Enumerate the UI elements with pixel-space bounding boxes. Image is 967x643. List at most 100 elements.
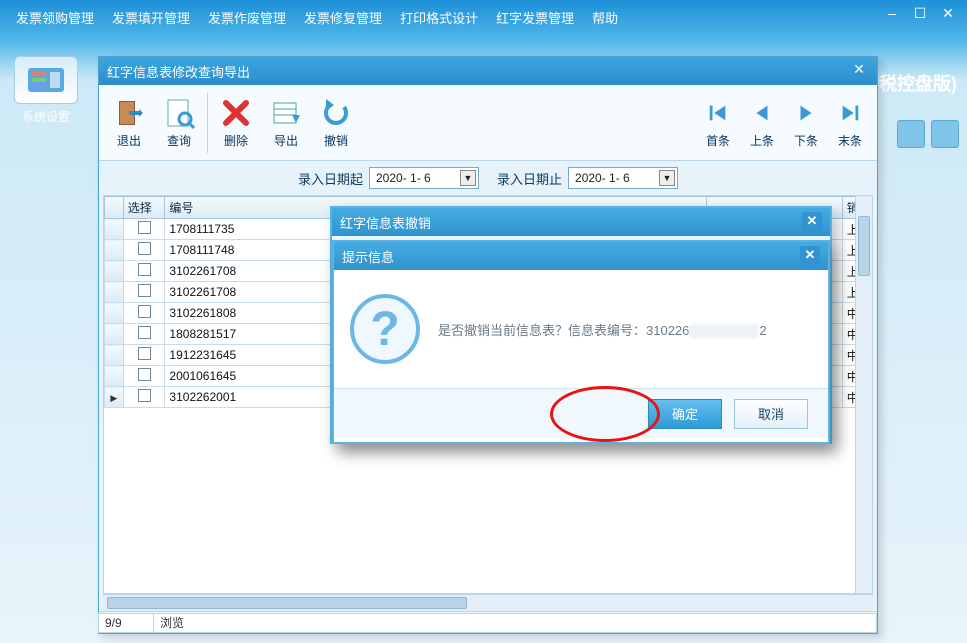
- next-icon: [790, 96, 822, 130]
- undo-dialog-close-button[interactable]: ✕: [802, 212, 822, 232]
- status-bar: 9/9 浏览: [99, 611, 877, 633]
- next-record-button[interactable]: 下条: [785, 89, 827, 157]
- vertical-scrollbar[interactable]: [855, 196, 872, 593]
- horizontal-scrollbar[interactable]: [103, 594, 873, 611]
- exit-icon: [113, 96, 145, 130]
- export-button[interactable]: 导出: [262, 89, 310, 157]
- prev-label: 上条: [750, 132, 774, 149]
- first-label: 首条: [706, 132, 730, 149]
- quick-button-2[interactable]: [931, 120, 959, 148]
- menu-item[interactable]: 发票填开管理: [104, 4, 198, 31]
- cell-select[interactable]: [123, 324, 165, 345]
- row-header: [105, 219, 124, 240]
- last-icon: [834, 96, 866, 130]
- dropdown-icon[interactable]: ▼: [659, 170, 675, 186]
- search-icon: [163, 96, 195, 130]
- first-icon: [702, 96, 734, 130]
- maximize-button[interactable]: ☐: [907, 4, 933, 24]
- date-from-field[interactable]: 2020- 1- 6 ▼: [369, 167, 479, 189]
- prev-record-button[interactable]: 上条: [741, 89, 783, 157]
- checkbox[interactable]: [138, 284, 151, 297]
- search-button[interactable]: 查询: [155, 89, 203, 157]
- menubar: 发票领购管理 发票填开管理 发票作废管理 发票修复管理 打印格式设计 红字发票管…: [0, 0, 967, 30]
- confirm-dialog-body: ? 是否撤销当前信息表？信息表编号：3102262: [334, 270, 828, 388]
- delete-label: 删除: [224, 132, 248, 149]
- export-label: 导出: [274, 132, 298, 149]
- export-icon: [270, 96, 302, 130]
- last-record-button[interactable]: 末条: [829, 89, 871, 157]
- checkbox[interactable]: [138, 347, 151, 360]
- checkbox[interactable]: [138, 242, 151, 255]
- confirm-dialog: 提示信息 ✕ ? 是否撤销当前信息表？信息表编号：3102262 确定 取消: [332, 240, 830, 444]
- main-window: – ☐ ✕ 发票领购管理 发票填开管理 发票作废管理 发票修复管理 打印格式设计…: [0, 0, 967, 643]
- checkbox[interactable]: [138, 326, 151, 339]
- window-controls: – ☐ ✕: [879, 4, 961, 24]
- cell-select[interactable]: [123, 366, 165, 387]
- row-header: [105, 387, 124, 408]
- query-window-close-button[interactable]: ✕: [849, 61, 869, 81]
- row-header: [105, 345, 124, 366]
- query-toolbar: 退出 查询 删除 导出 撤销 首条: [99, 85, 877, 161]
- cell-select[interactable]: [123, 282, 165, 303]
- undo-dialog-titlebar: 红字信息表撤销 ✕: [332, 208, 830, 236]
- query-window-title: 红字信息表修改查询导出: [107, 62, 250, 81]
- filter-bar: 录入日期起 2020- 1- 6 ▼ 录入日期止 2020- 1- 6 ▼: [99, 161, 877, 195]
- cell-select[interactable]: [123, 303, 165, 324]
- first-record-button[interactable]: 首条: [697, 89, 739, 157]
- minimize-button[interactable]: –: [879, 4, 905, 24]
- system-settings-label: 系统设置: [6, 108, 86, 125]
- redacted-text: [689, 324, 759, 338]
- cell-select[interactable]: [123, 387, 165, 408]
- date-to-field[interactable]: 2020- 1- 6 ▼: [568, 167, 678, 189]
- confirm-dialog-title: 提示信息: [342, 247, 394, 266]
- checkbox[interactable]: [138, 221, 151, 234]
- ok-button[interactable]: 确定: [648, 399, 722, 429]
- undo-label: 撤销: [324, 132, 348, 149]
- menu-item[interactable]: 帮助: [584, 4, 626, 31]
- menu-item[interactable]: 发票修复管理: [296, 4, 390, 31]
- next-label: 下条: [794, 132, 818, 149]
- delete-button[interactable]: 删除: [212, 89, 260, 157]
- system-settings-icon[interactable]: [14, 56, 78, 104]
- row-header: [105, 366, 124, 387]
- cancel-button[interactable]: 取消: [734, 399, 808, 429]
- cell-select[interactable]: [123, 219, 165, 240]
- undo-button[interactable]: 撤销: [312, 89, 360, 157]
- dropdown-icon[interactable]: ▼: [460, 170, 476, 186]
- checkbox[interactable]: [138, 263, 151, 276]
- undo-dialog-title: 红字信息表撤销: [340, 213, 431, 232]
- row-header: [105, 240, 124, 261]
- question-icon: ?: [350, 294, 420, 364]
- cell-select[interactable]: [123, 345, 165, 366]
- date-from-value: 2020- 1- 6: [376, 171, 431, 185]
- close-button[interactable]: ✕: [935, 4, 961, 24]
- checkbox[interactable]: [138, 389, 151, 402]
- status-mode: 浏览: [153, 613, 877, 633]
- cell-select[interactable]: [123, 261, 165, 282]
- menu-item[interactable]: 发票作废管理: [200, 4, 294, 31]
- toolbar-separator: [207, 93, 208, 153]
- col-select[interactable]: 选择: [123, 197, 165, 219]
- exit-button[interactable]: 退出: [105, 89, 153, 157]
- quick-button-1[interactable]: [897, 120, 925, 148]
- menu-item[interactable]: 红字发票管理: [488, 4, 582, 31]
- date-to-label: 录入日期止: [497, 169, 562, 188]
- row-header: [105, 324, 124, 345]
- row-header: [105, 303, 124, 324]
- query-window-titlebar: 红字信息表修改查询导出 ✕: [99, 57, 877, 85]
- menu-item[interactable]: 发票领购管理: [8, 4, 102, 31]
- date-to-value: 2020- 1- 6: [575, 171, 630, 185]
- checkbox[interactable]: [138, 305, 151, 318]
- checkbox[interactable]: [138, 368, 151, 381]
- confirm-message: 是否撤销当前信息表？信息表编号：3102262: [438, 320, 812, 339]
- confirm-dialog-titlebar: 提示信息 ✕: [334, 242, 828, 270]
- confirm-dialog-close-button[interactable]: ✕: [800, 246, 820, 266]
- date-from-label: 录入日期起: [298, 169, 363, 188]
- exit-label: 退出: [117, 132, 141, 149]
- last-label: 末条: [838, 132, 862, 149]
- status-position: 9/9: [98, 613, 154, 633]
- cell-select[interactable]: [123, 240, 165, 261]
- row-header: [105, 282, 124, 303]
- menu-item[interactable]: 打印格式设计: [392, 4, 486, 31]
- prev-icon: [746, 96, 778, 130]
